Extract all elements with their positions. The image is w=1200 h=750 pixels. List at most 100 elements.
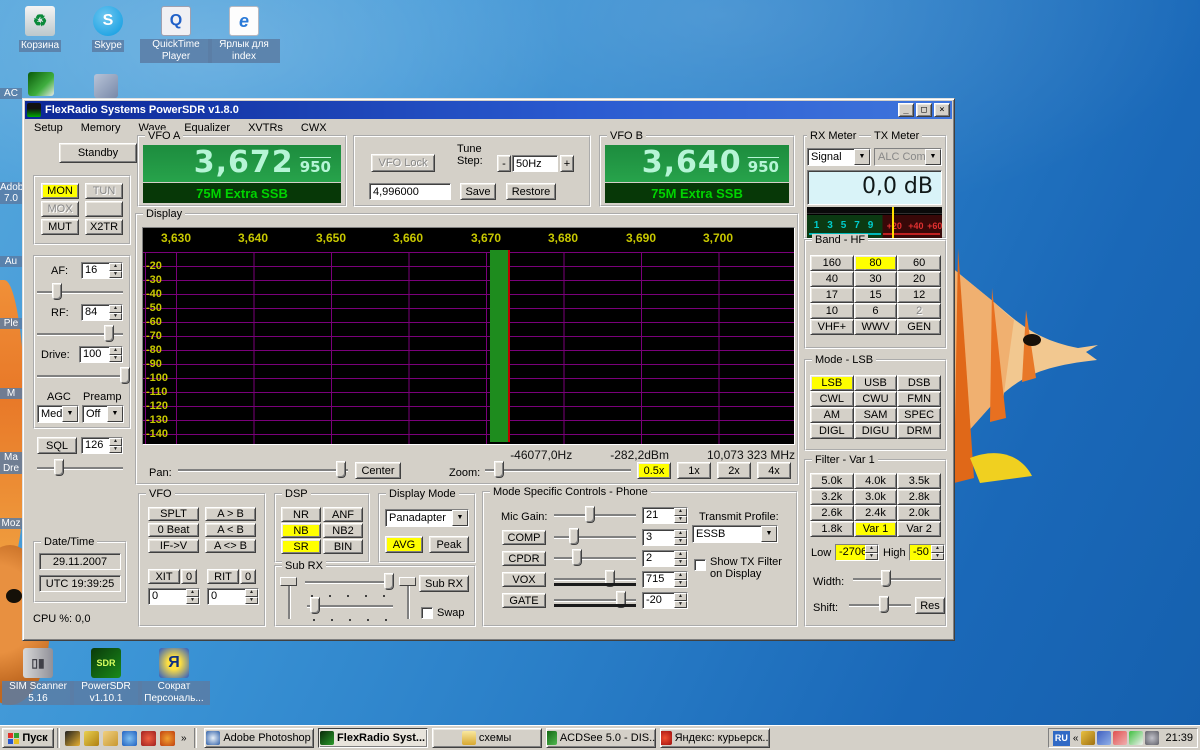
tray-icon[interactable] (1081, 731, 1095, 745)
phone-control-button[interactable]: VOX (502, 572, 546, 587)
quick-launch-overflow-chevron[interactable]: » (177, 733, 191, 744)
tx-mode-button[interactable]: MOX (41, 201, 79, 217)
menu-item[interactable]: Equalizer (175, 120, 239, 136)
dropdown-arrow-icon[interactable] (761, 526, 777, 542)
dsp-button[interactable]: ANF (323, 507, 363, 522)
band-button[interactable]: 60 (897, 255, 941, 271)
phone-control-slider[interactable] (554, 591, 636, 609)
spin-down-icon[interactable] (674, 601, 687, 609)
desktop-icon[interactable]: Ярлык для index (208, 6, 280, 63)
phone-control-spinner[interactable]: -20 (642, 592, 688, 609)
quick-launch-icon[interactable] (141, 731, 156, 746)
show-tx-filter-checkbox[interactable] (694, 559, 706, 571)
desktop-icon[interactable]: PowerSDR v1.10.1 (70, 648, 142, 705)
rit-zero-button[interactable]: 0 (240, 569, 256, 584)
tx-meter-combo[interactable]: ALC Comp (874, 148, 942, 166)
filter-button[interactable]: 2.6k (810, 505, 854, 521)
spin-up-icon[interactable] (674, 572, 687, 580)
phone-control-slider[interactable] (554, 528, 636, 546)
vfo-control-button[interactable]: SPLT (148, 507, 199, 521)
filter-button[interactable]: 3.5k (897, 473, 941, 489)
xit-button[interactable]: XIT (148, 569, 180, 584)
filter-button[interactable]: 2.8k (897, 489, 941, 505)
vfo-control-button[interactable]: A < B (205, 523, 256, 537)
peak-button[interactable]: Peak (429, 536, 469, 553)
rit-button[interactable]: RIT (207, 569, 239, 584)
filter-passband[interactable] (490, 250, 510, 442)
mode-button[interactable]: AM (810, 407, 854, 423)
spin-up-icon[interactable] (186, 589, 199, 597)
center-button[interactable]: Center (355, 462, 401, 479)
transmit-profile-combo[interactable]: ESSB (692, 525, 778, 543)
band-button[interactable]: 10 (810, 303, 854, 319)
quick-launch-icon[interactable] (122, 731, 137, 746)
mic-gain-slider[interactable] (554, 506, 636, 524)
spin-down-icon[interactable] (245, 597, 258, 605)
quick-launch-icon[interactable] (84, 731, 99, 746)
quick-launch-icon[interactable] (65, 731, 80, 746)
band-button[interactable]: 15 (854, 287, 898, 303)
filter-button[interactable]: Var 1 (854, 521, 898, 537)
mic-gain-spinner[interactable]: 21 (642, 507, 688, 524)
subrx-vertical-slider-1[interactable] (280, 577, 298, 619)
band-button[interactable]: 160 (810, 255, 854, 271)
menu-item[interactable]: Setup (25, 120, 72, 136)
dsp-button[interactable]: BIN (323, 539, 363, 554)
vfo-control-button[interactable]: IF->V (148, 539, 199, 553)
phone-control-slider[interactable] (554, 549, 636, 567)
zoom-preset-button[interactable]: 2x (717, 462, 751, 479)
task-button[interactable]: Яндекс: курьерск... (660, 728, 770, 748)
partial-icon-label[interactable]: Au (0, 256, 22, 267)
desktop-icon[interactable]: Сократ Персональ... (138, 648, 210, 705)
zoom-preset-button[interactable]: 0.5x (637, 462, 671, 479)
tune-step-up-button[interactable]: + (560, 155, 574, 172)
mode-button[interactable]: SPEC (897, 407, 941, 423)
spin-up-icon[interactable] (674, 530, 687, 538)
spin-down-icon[interactable] (674, 559, 687, 567)
af-slider[interactable] (37, 283, 123, 301)
filter-reset-button[interactable]: Res (915, 597, 945, 614)
rit-spinner[interactable]: 0 (207, 588, 259, 605)
maximize-button[interactable]: □ (916, 103, 932, 117)
mode-button[interactable]: CWU (854, 391, 898, 407)
rx-meter-combo[interactable]: Signal (807, 148, 871, 166)
filter-button[interactable]: 3.2k (810, 489, 854, 505)
tx-mode-button[interactable]: MON (41, 183, 79, 199)
band-button[interactable]: 6 (854, 303, 898, 319)
band-button[interactable]: VHF+ (810, 319, 854, 335)
quick-launch-icon[interactable] (160, 731, 175, 746)
filter-button[interactable]: 5.0k (810, 473, 854, 489)
minimize-button[interactable]: _ (898, 103, 914, 117)
spin-down-icon[interactable] (931, 553, 944, 561)
zoom-preset-button[interactable]: 4x (757, 462, 791, 479)
drive-slider[interactable] (37, 367, 123, 385)
partial-icon-label[interactable]: M (0, 388, 22, 399)
spin-up-icon[interactable] (674, 551, 687, 559)
vfo-control-button[interactable]: A <> B (205, 539, 256, 553)
display-mode-combo[interactable]: Panadapter (385, 509, 469, 527)
rf-slider[interactable] (37, 325, 123, 343)
memory-frequency-field[interactable]: 4,996000 (369, 183, 451, 200)
spin-up-icon[interactable] (674, 593, 687, 601)
desktop-icon[interactable]: Корзина (4, 6, 76, 52)
mode-button[interactable]: LSB (810, 375, 854, 391)
task-button[interactable]: FlexRadio Syst... (318, 728, 428, 748)
desktop-icon[interactable]: SIM Scanner 5.16 (2, 648, 74, 705)
save-button[interactable]: Save (460, 183, 496, 200)
tray-icon[interactable] (1113, 731, 1127, 745)
dropdown-arrow-icon[interactable] (452, 510, 468, 526)
vfo-control-button[interactable]: 0 Beat (148, 523, 199, 537)
filter-button[interactable]: 2.4k (854, 505, 898, 521)
filter-low-spinner[interactable]: -2706 (835, 544, 879, 561)
task-button[interactable]: ACDSee 5.0 - DIS... (546, 728, 656, 748)
vfo-a-frequency[interactable]: 3,672 950 (143, 145, 341, 182)
spin-down-icon[interactable] (109, 355, 122, 363)
preamp-combo[interactable]: Off (82, 405, 124, 423)
avg-button[interactable]: AVG (385, 536, 423, 553)
spin-down-icon[interactable] (674, 516, 687, 524)
start-button[interactable]: Пуск (2, 728, 54, 748)
filter-width-slider[interactable] (853, 570, 941, 588)
band-button[interactable]: 2 (897, 303, 941, 319)
dsp-button[interactable]: NB2 (323, 523, 363, 538)
restore-button[interactable]: Restore (506, 183, 556, 200)
